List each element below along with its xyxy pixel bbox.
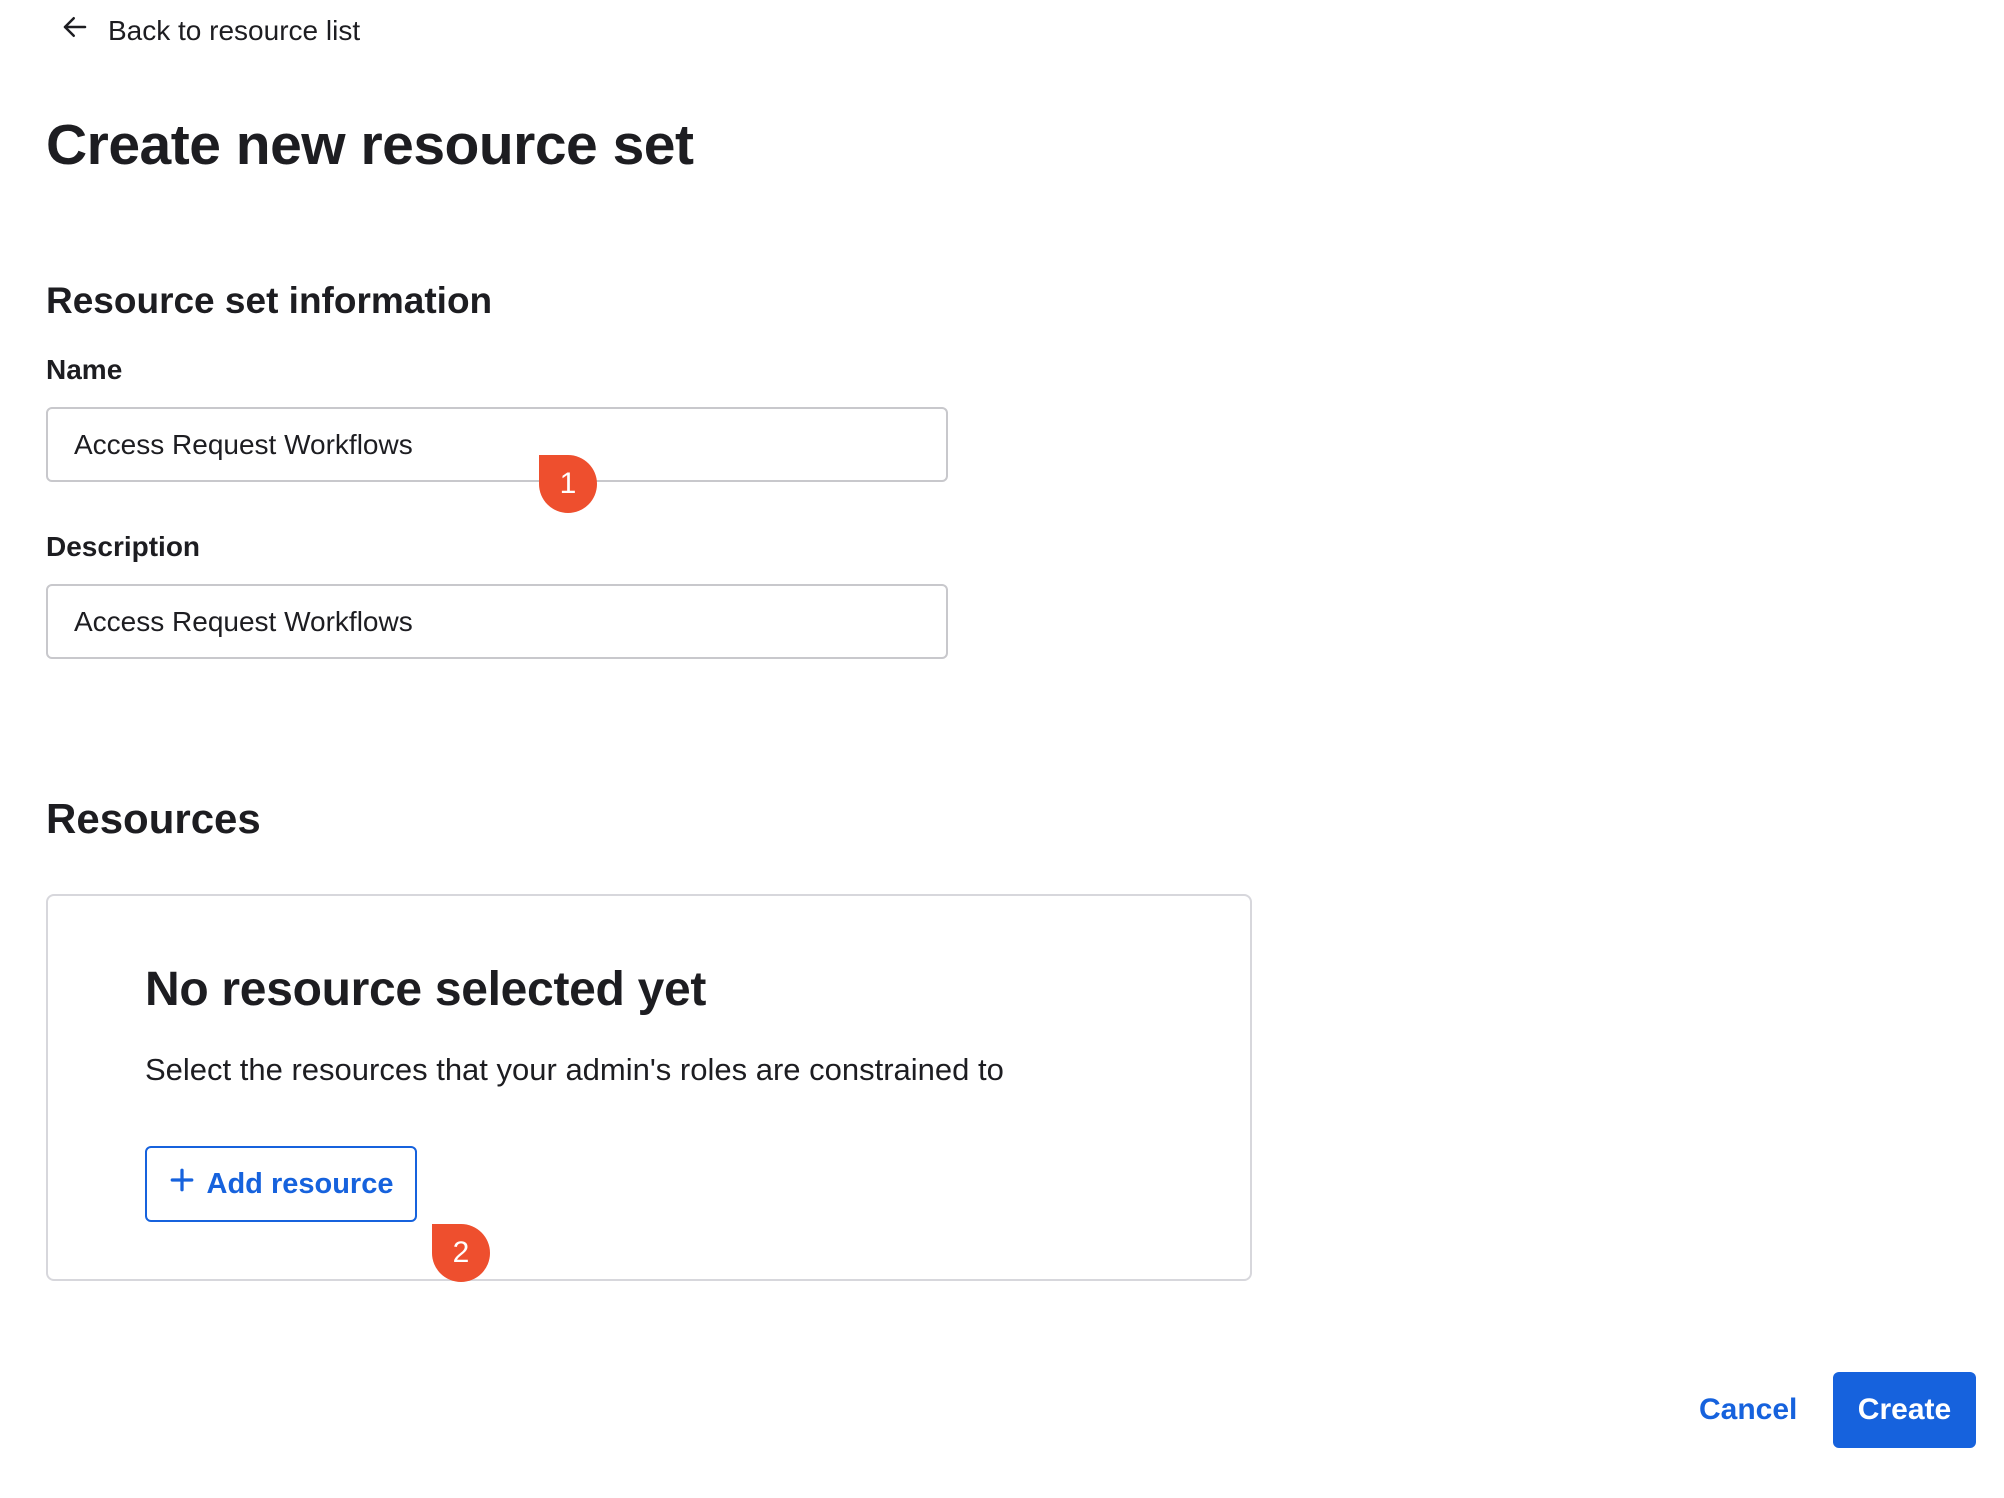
arrow-left-icon (60, 12, 90, 49)
page-title: Create new resource set (46, 113, 694, 177)
description-field[interactable] (46, 584, 948, 659)
cancel-button[interactable]: Cancel (1685, 1372, 1811, 1448)
resource-set-information-heading: Resource set information (46, 280, 493, 321)
back-link-label: Back to resource list (108, 14, 361, 46)
create-button[interactable]: Create (1833, 1372, 1976, 1448)
resources-heading: Resources (46, 795, 261, 842)
step-marker-1: 1 (539, 455, 597, 513)
resources-empty-state: No resource selected yet Select the reso… (46, 894, 1252, 1281)
add-resource-button[interactable]: Add resource (145, 1146, 417, 1222)
create-resource-set-page: Back to resource list Create new resourc… (0, 0, 2004, 1498)
name-label: Name (46, 354, 123, 385)
back-to-resource-list-link[interactable]: Back to resource list (60, 12, 360, 49)
step-marker-2: 2 (432, 1224, 490, 1282)
name-field[interactable] (46, 407, 948, 482)
add-resource-label: Add resource (206, 1167, 394, 1200)
empty-state-title: No resource selected yet (145, 963, 707, 1016)
empty-state-description: Select the resources that your admin's r… (145, 1052, 1004, 1087)
description-label: Description (46, 531, 201, 562)
plus-icon (169, 1167, 195, 1201)
